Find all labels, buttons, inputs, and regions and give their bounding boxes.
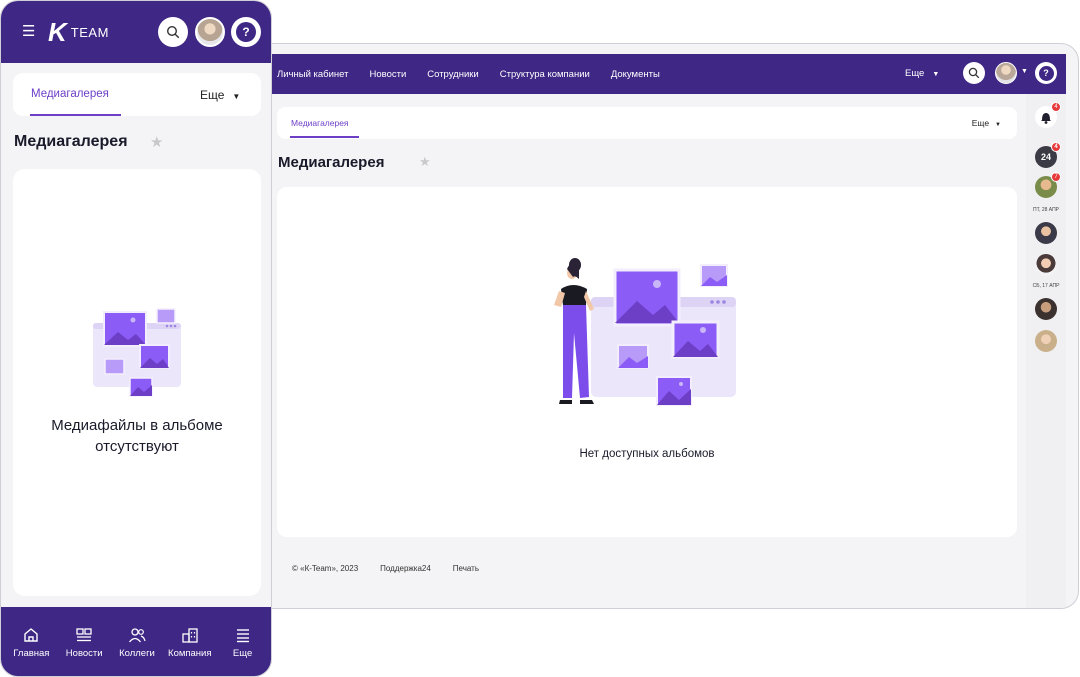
section-tabs: Медиагалерея Еще ▼ xyxy=(277,107,1017,139)
people-icon xyxy=(128,628,146,643)
nav-more-dropdown[interactable]: Еще ▼ xyxy=(905,68,939,79)
logo-text: TEAM xyxy=(70,24,109,40)
footer-copyright: © «К-Team», 2023 xyxy=(292,564,359,573)
bottom-nav-news[interactable]: Новости xyxy=(58,625,110,676)
home-icon xyxy=(24,628,39,642)
screenshot-stage: Личный кабинет Новости Сотрудники Структ… xyxy=(0,0,1080,677)
contact-count-badge: 7 xyxy=(1051,172,1061,182)
desktop-window: Личный кабинет Новости Сотрудники Структ… xyxy=(250,43,1079,609)
mobile-top-bar: ☰ K TEAM ? xyxy=(1,1,271,63)
notifications-button[interactable]: 4 xyxy=(1035,102,1061,128)
empty-gallery-illustration xyxy=(554,258,736,406)
bottom-nav-home-label: Главная xyxy=(13,648,50,659)
footer-print-link[interactable]: Печать xyxy=(453,564,479,573)
chevron-down-icon: ▼ xyxy=(995,122,1001,128)
chevron-down-icon: ▼ xyxy=(232,92,241,101)
bottom-nav-company[interactable]: Компания xyxy=(164,625,216,676)
desktop-main-nav: Личный кабинет Новости Сотрудники Структ… xyxy=(277,69,681,80)
mobile-window: ☰ K TEAM ? Медиагалерея Еще ▼ Медиагалере… xyxy=(0,0,272,677)
section-tabs: Медиагалерея Еще ▼ xyxy=(13,73,261,116)
nav-company-structure[interactable]: Структура компании xyxy=(500,69,590,80)
user-avatar[interactable] xyxy=(995,62,1017,84)
empty-state-line-1: Медиафайлы в альбоме xyxy=(51,417,223,434)
hamburger-menu-icon[interactable]: ☰ xyxy=(22,24,35,39)
bottom-nav-more-label: Еще xyxy=(232,648,253,659)
empty-album-illustration xyxy=(93,308,181,397)
contact-avatar[interactable] xyxy=(1035,254,1057,276)
company-logo[interactable]: K TEAM xyxy=(48,19,109,45)
bottom-nav-home[interactable]: Главная xyxy=(5,625,57,676)
tab-media-gallery[interactable]: Медиагалерея xyxy=(291,118,349,128)
notification-count-badge: 4 xyxy=(1051,102,1061,112)
bottom-nav-colleagues-label: Коллеги xyxy=(119,648,155,659)
nav-personal-cabinet[interactable]: Личный кабинет xyxy=(277,69,348,80)
search-icon xyxy=(968,67,980,79)
contact-avatar[interactable] xyxy=(1035,222,1057,244)
question-icon: ? xyxy=(1038,65,1054,81)
bottom-nav-news-label: Новости xyxy=(65,648,103,659)
tabs-more-dropdown[interactable]: Еще ▼ xyxy=(200,88,240,102)
rail-date-label: ПТ, 28 АПР xyxy=(1032,207,1060,213)
chevron-down-icon[interactable]: ▼ xyxy=(1021,68,1028,75)
question-icon: ? xyxy=(236,22,256,42)
nav-documents[interactable]: Документы xyxy=(611,69,660,80)
tabs-more-label: Еще xyxy=(200,88,225,102)
empty-state-line-2: отсутствуют xyxy=(95,438,179,455)
chat-count-badge: 4 xyxy=(1051,142,1061,152)
chat-24-label: 24 xyxy=(1040,152,1051,162)
gallery-content-card: Медиафайлы в альбоме отсутствуют xyxy=(13,169,261,596)
contact-avatar[interactable]: 7 xyxy=(1035,172,1061,198)
empty-state-text: Медиафайлы в альбоме отсутствуют xyxy=(13,415,261,457)
tabs-more-label: Еще xyxy=(971,118,990,128)
bottom-nav-more[interactable]: Еще xyxy=(217,625,269,676)
user-avatar[interactable] xyxy=(195,17,225,47)
logo-k-mark: K xyxy=(48,17,67,47)
footer-support-link[interactable]: Поддержка24 xyxy=(380,564,431,573)
tabs-more-dropdown[interactable]: Еще ▼ xyxy=(972,118,1001,128)
news-icon xyxy=(76,628,92,642)
building-icon xyxy=(182,628,198,643)
page-title: Медиагалерея xyxy=(14,133,128,150)
page-footer: © «К-Team», 2023 Поддержка24 Печать xyxy=(292,564,479,573)
rail-date-label: СБ, 17 АПР xyxy=(1032,283,1060,289)
page-title: Медиагалерея xyxy=(278,154,385,171)
search-button[interactable] xyxy=(158,17,188,47)
menu-lines-icon xyxy=(236,629,249,643)
mobile-bottom-nav: Главная Новости Коллеги Компания Еще xyxy=(1,607,271,676)
tab-media-gallery[interactable]: Медиагалерея xyxy=(31,88,109,100)
nav-news[interactable]: Новости xyxy=(369,69,406,80)
help-button[interactable]: ? xyxy=(1035,62,1057,84)
empty-state-text: Нет доступных альбомов xyxy=(579,448,715,460)
favorite-star-icon[interactable]: ★ xyxy=(150,133,163,151)
search-icon xyxy=(166,25,180,39)
chat-24-button[interactable]: 24 4 xyxy=(1035,142,1061,168)
help-button[interactable]: ? xyxy=(231,17,261,47)
bottom-nav-company-label: Компания xyxy=(168,648,212,659)
active-tab-indicator xyxy=(30,114,121,116)
desktop-top-bar: Личный кабинет Новости Сотрудники Структ… xyxy=(251,54,1066,94)
favorite-star-icon[interactable]: ★ xyxy=(419,154,431,170)
gallery-content-card: Нет доступных альбомов xyxy=(277,187,1017,537)
active-tab-indicator xyxy=(290,136,359,138)
right-activity-rail: 4 24 4 7 ПТ, 28 АПР СБ, 17 АПР xyxy=(1026,94,1066,608)
chevron-down-icon: ▼ xyxy=(932,71,940,78)
bottom-nav-colleagues[interactable]: Коллеги xyxy=(111,625,163,676)
contact-avatar[interactable] xyxy=(1035,298,1057,320)
contact-avatar[interactable] xyxy=(1035,330,1057,352)
nav-employees[interactable]: Сотрудники xyxy=(427,69,478,80)
search-button[interactable] xyxy=(963,62,985,84)
nav-more-label: Еще xyxy=(905,68,925,79)
